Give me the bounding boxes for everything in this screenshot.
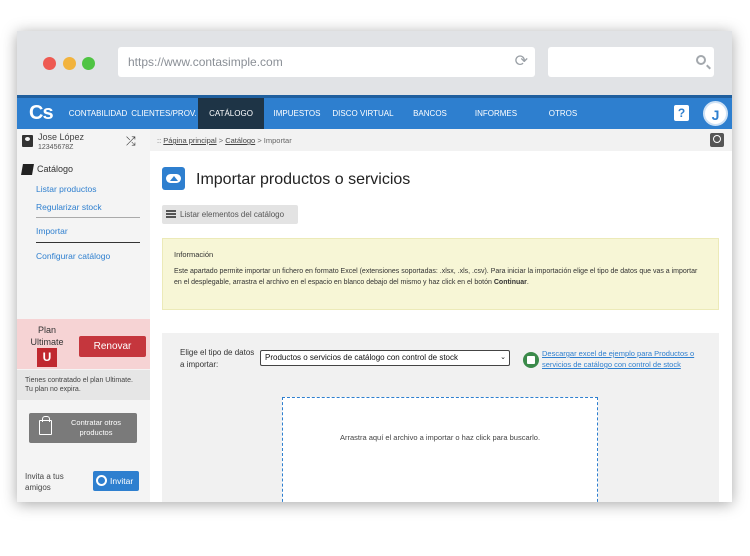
renew-button[interactable]: Renovar xyxy=(79,336,146,357)
nav-item-impuestos[interactable]: IMPUESTOS xyxy=(264,98,330,129)
breadcrumb-separator: > xyxy=(216,136,226,145)
page-title: Importar productos o servicios xyxy=(196,171,411,188)
chevron-down-icon: ⌄ xyxy=(500,354,506,361)
info-text: Este apartado permite importar un ficher… xyxy=(174,266,707,288)
invite-button[interactable]: Invitar xyxy=(93,471,139,491)
user-avatar[interactable]: J xyxy=(703,101,728,126)
search-icon xyxy=(696,55,706,65)
nav-item-bancos[interactable]: BANCOS xyxy=(397,98,463,129)
reload-icon[interactable]: ⟳ xyxy=(515,47,528,77)
breadcrumb-catalog[interactable]: Catálogo xyxy=(225,136,255,145)
plan-label: Plan Ultimate xyxy=(30,325,64,347)
info-title: Información xyxy=(174,250,214,259)
catalog-icon xyxy=(21,164,34,175)
nav-item-informes[interactable]: INFORMES xyxy=(463,98,529,129)
nav-item-disco-virtual[interactable]: DISCO VIRTUAL xyxy=(330,98,396,129)
browser-toolbar: https://www.contasimple.com ⟳ xyxy=(17,31,732,95)
import-panel: Elige el tipo de datos a importar: Produ… xyxy=(162,333,719,502)
url-text: https://www.contasimple.com xyxy=(128,55,283,69)
contasimple-logo[interactable]: Cs xyxy=(29,102,54,125)
dropzone-text: Arrastra aquí el archivo a importar o ha… xyxy=(339,433,541,442)
info-panel: Información Este apartado permite import… xyxy=(162,238,719,310)
sidebar-divider xyxy=(36,217,140,218)
address-bar[interactable]: https://www.contasimple.com ⟳ xyxy=(118,47,535,77)
info-text-bold: Continuar xyxy=(493,279,527,286)
data-type-select[interactable]: Productos o servicios de catálogo con co… xyxy=(260,350,510,366)
top-navigation: Cs CONTABILIDAD CLIENTES/PROV. CATÁLOGO … xyxy=(17,95,732,129)
globe-icon xyxy=(96,475,107,486)
maximize-window-button[interactable] xyxy=(82,57,95,70)
data-type-selected: Productos o servicios de catálogo con co… xyxy=(265,353,458,362)
nav-item-catalogo[interactable]: CATÁLOGO xyxy=(198,98,264,129)
close-window-button[interactable] xyxy=(43,57,56,70)
excel-download-icon[interactable] xyxy=(523,352,539,368)
breadcrumb-separator: > xyxy=(255,136,264,145)
browser-window: https://www.contasimple.com ⟳ Cs CONTABI… xyxy=(17,31,732,502)
breadcrumb-current: Importar xyxy=(263,136,292,145)
plan-panel: Plan Ultimate U Renovar xyxy=(17,319,150,369)
invite-label: Invitar xyxy=(110,476,134,486)
download-example-link[interactable]: Descargar excel de ejemplo para Producto… xyxy=(542,348,717,370)
user-name: Jose López xyxy=(38,132,85,142)
file-dropzone[interactable]: Arrastra aquí el archivo a importar o ha… xyxy=(282,397,598,502)
breadcrumb: :: Página principal > Catálogo > Importa… xyxy=(157,136,292,145)
sidebar-item-configurar-catalogo[interactable]: Configurar catálogo xyxy=(36,251,110,261)
cloud-upload-icon xyxy=(162,167,185,190)
browser-search-field[interactable] xyxy=(548,47,714,77)
plan-note: Tienes contratado el plan Ultimate. Tu p… xyxy=(17,370,150,400)
sidebar-item-regularizar-stock[interactable]: Regularizar stock xyxy=(36,202,102,212)
list-catalog-button[interactable]: Listar elementos del catálogo xyxy=(162,205,298,224)
info-text-body: Este apartado permite importar un ficher… xyxy=(174,268,698,286)
minimize-window-button[interactable] xyxy=(63,57,76,70)
user-tax-id: 12345678Z xyxy=(38,144,74,151)
contract-products-button[interactable]: Contratar otros productos xyxy=(29,413,137,443)
switch-company-icon[interactable]: ⤮ xyxy=(126,134,136,149)
help-icon[interactable]: ? xyxy=(674,105,689,121)
invite-text: Invita a tus amigos xyxy=(25,472,64,492)
list-catalog-label: Listar elementos del catálogo xyxy=(180,210,285,219)
sidebar: Jose López 12345678Z ⤮ Catálogo Listar p… xyxy=(17,129,150,502)
nav-item-otros[interactable]: OTROS xyxy=(530,98,596,129)
main-content: :: Página principal > Catálogo > Importa… xyxy=(150,129,732,502)
sidebar-item-importar[interactable]: Importar xyxy=(36,226,68,236)
breadcrumb-home[interactable]: Página principal xyxy=(163,136,216,145)
search-icon[interactable] xyxy=(710,133,724,147)
contract-products-label: Contratar otros productos xyxy=(70,418,122,437)
plan-badge: U xyxy=(37,348,57,367)
user-icon xyxy=(22,135,33,147)
sidebar-divider xyxy=(36,242,140,243)
breadcrumb-bar: :: Página principal > Catálogo > Importa… xyxy=(150,129,732,151)
nav-item-contabilidad[interactable]: CONTABILIDAD xyxy=(65,98,131,129)
data-type-label: Elige el tipo de datos a importar: xyxy=(180,348,255,369)
list-icon xyxy=(166,210,176,218)
shopping-bag-icon xyxy=(39,416,52,435)
info-text-end: . xyxy=(526,279,529,286)
sidebar-item-listar-productos[interactable]: Listar productos xyxy=(36,184,96,194)
sidebar-section-title: Catálogo xyxy=(37,164,74,174)
nav-item-clientes[interactable]: CLIENTES/PROV. xyxy=(131,98,197,129)
